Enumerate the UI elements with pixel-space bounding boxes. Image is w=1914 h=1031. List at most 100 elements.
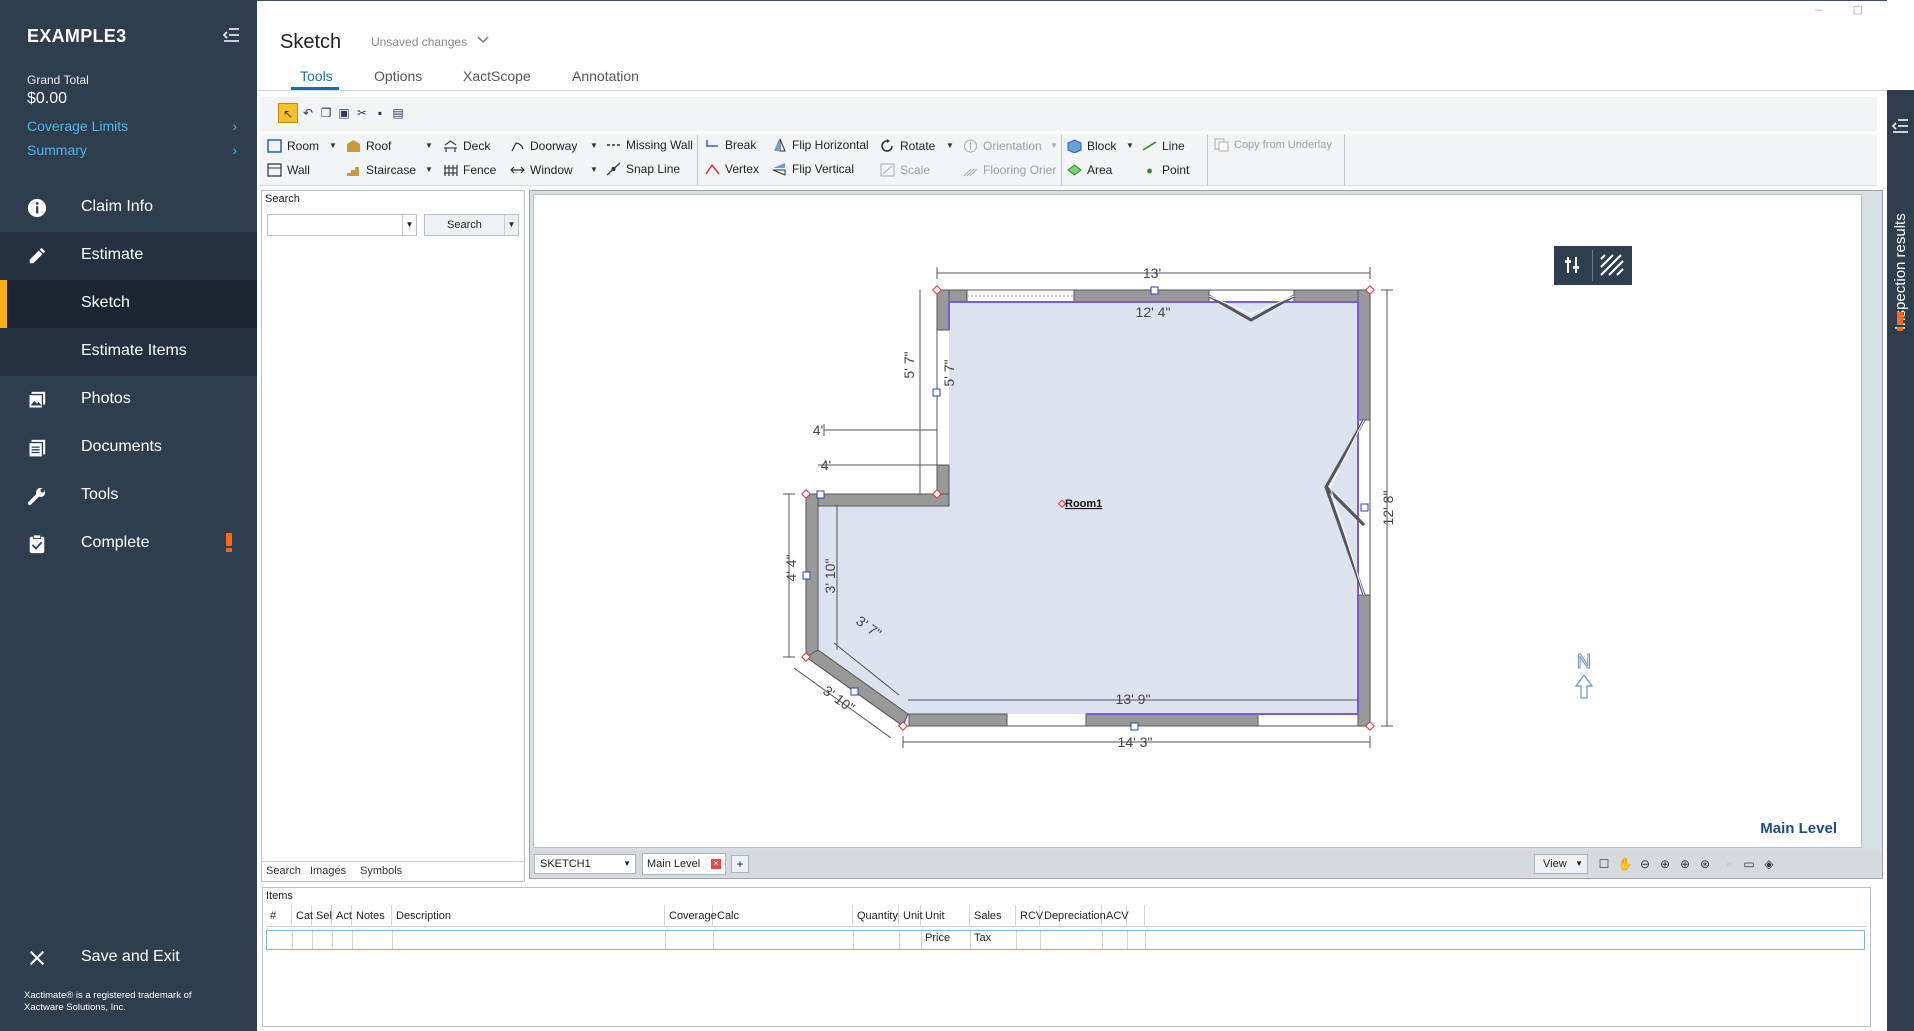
search-input[interactable]: ▼ xyxy=(267,214,417,236)
table-cell[interactable] xyxy=(922,931,971,949)
tab-annotation[interactable]: Annotation xyxy=(572,68,639,84)
copy-icon[interactable]: ❐ xyxy=(316,103,336,123)
window-tool[interactable]: Window xyxy=(510,161,573,179)
vertex-tool[interactable]: Vertex xyxy=(705,160,759,178)
expand-panel-icon[interactable] xyxy=(1892,118,1910,134)
table-cell[interactable] xyxy=(714,931,854,949)
room-tool[interactable]: Room xyxy=(267,137,319,155)
table-cell[interactable] xyxy=(1017,931,1041,949)
summary-link[interactable]: Summary › xyxy=(27,142,237,158)
lock-icon[interactable]: ▪ xyxy=(370,103,390,123)
level-tab-main[interactable]: Main Level ✕ xyxy=(642,853,726,875)
undo-icon[interactable]: ↶ xyxy=(298,103,318,123)
sketch-select[interactable]: SKETCH1 ▼ xyxy=(534,854,636,874)
col-header[interactable]: RCV xyxy=(1016,905,1043,927)
wall-tool[interactable]: Wall xyxy=(267,161,310,179)
table-cell[interactable] xyxy=(353,931,393,949)
search-options-dropdown[interactable]: ▼ xyxy=(504,215,518,235)
table-cell[interactable] xyxy=(900,931,922,949)
deck-tool[interactable]: Deck xyxy=(443,137,490,155)
roof-dropdown[interactable]: ▼ xyxy=(425,141,433,150)
flooring-orient-tool[interactable]: Flooring Orier xyxy=(963,161,1056,179)
table-cell[interactable] xyxy=(666,931,714,949)
table-cell[interactable] xyxy=(333,931,353,949)
hatch-pattern-icon[interactable] xyxy=(1600,254,1624,276)
nav-tools[interactable]: Tools xyxy=(0,472,257,520)
table-cell[interactable] xyxy=(854,931,900,949)
select-box-icon[interactable]: ☐ xyxy=(1595,855,1613,873)
staircase-dropdown[interactable]: ▼ xyxy=(425,165,433,174)
table-cell[interactable] xyxy=(267,931,293,949)
col-header[interactable]: Unit xyxy=(899,905,923,927)
col-header[interactable]: Sales Tax xyxy=(970,905,1016,944)
doorway-dropdown[interactable]: ▼ xyxy=(590,141,598,150)
col-header[interactable]: Act xyxy=(332,905,352,927)
add-level-button[interactable]: + xyxy=(731,855,749,873)
nav-claim-info[interactable]: Claim Info xyxy=(0,184,257,232)
zoom-out-icon[interactable]: ⊖ xyxy=(1636,855,1654,873)
table-cell[interactable] xyxy=(1041,931,1103,949)
nav-documents[interactable]: Documents xyxy=(0,424,257,472)
collapse-sidebar-icon[interactable] xyxy=(222,26,242,44)
table-cell[interactable] xyxy=(1103,931,1128,949)
doorway-tool[interactable]: Doorway xyxy=(510,137,577,155)
select-pointer-icon[interactable]: ↖ xyxy=(278,103,298,123)
layer-icon[interactable]: ▫ xyxy=(1720,855,1738,873)
col-header[interactable]: Description xyxy=(392,905,665,927)
col-header[interactable]: Depreciation xyxy=(1040,905,1106,927)
zoom-window-icon[interactable]: ⊛ xyxy=(1696,855,1714,873)
nav-sketch[interactable]: Sketch xyxy=(0,280,257,328)
col-header[interactable]: Sel xyxy=(312,905,332,927)
nav-estimate[interactable]: Estimate xyxy=(0,232,257,280)
table-row[interactable] xyxy=(266,930,1865,950)
tab-symbols[interactable]: Symbols xyxy=(360,865,402,877)
block-tool[interactable]: Block xyxy=(1067,137,1116,155)
table-cell[interactable] xyxy=(313,931,333,949)
inspection-results-panel[interactable]: Inspection results xyxy=(1887,90,1914,1031)
floor-plan[interactable]: Room1 13' 12' 4" 12' 8" 5' 7" 5' 7" 4' 4… xyxy=(534,195,1861,847)
zoom-in-icon[interactable]: ⊕ xyxy=(1656,855,1674,873)
rotate-tool[interactable]: Rotate xyxy=(880,137,935,155)
table-cell[interactable] xyxy=(1128,931,1146,949)
line-tool[interactable]: Line xyxy=(1142,137,1185,155)
cut-icon[interactable]: ✂ xyxy=(352,103,372,123)
missing-wall-tool[interactable]: Missing Wall xyxy=(606,136,693,154)
staircase-tool[interactable]: Staircase xyxy=(346,161,416,179)
col-header[interactable]: Notes xyxy=(352,905,392,927)
inspection-results-tab[interactable]: Inspection results xyxy=(1892,160,1912,330)
tab-images[interactable]: Images xyxy=(310,865,346,877)
tab-search[interactable]: Search xyxy=(266,865,301,877)
room-dropdown[interactable]: ▼ xyxy=(329,141,337,150)
scale-tool[interactable]: Scale xyxy=(880,161,930,179)
window-controls[interactable]: – ▢ xyxy=(1815,3,1877,16)
nav-photos[interactable]: Photos xyxy=(0,376,257,424)
col-header[interactable]: # xyxy=(266,905,292,927)
coverage-limits-link[interactable]: Coverage Limits › xyxy=(27,118,237,134)
3d-view-icon[interactable]: ◈ xyxy=(1760,855,1778,873)
point-tool[interactable]: Point xyxy=(1142,161,1189,179)
chevron-down-icon[interactable] xyxy=(476,35,490,45)
orientation-tool[interactable]: Orientation xyxy=(963,137,1042,155)
window-dropdown[interactable]: ▼ xyxy=(590,165,598,174)
save-exit-button[interactable]: Save and Exit xyxy=(0,934,257,982)
tab-xactscope[interactable]: XactScope xyxy=(463,68,531,84)
flip-vertical-tool[interactable]: Flip Vertical xyxy=(772,160,854,178)
search-button[interactable]: Search ▼ xyxy=(424,214,519,236)
sketch-canvas[interactable]: Room1 13' 12' 4" 12' 8" 5' 7" 5' 7" 4' 4… xyxy=(533,194,1862,848)
pan-hand-icon[interactable]: ✋ xyxy=(1616,855,1634,873)
break-tool[interactable]: Break xyxy=(705,136,756,154)
col-header[interactable]: Quantity xyxy=(853,905,899,927)
copy-from-underlay-tool[interactable]: Copy from Underlay xyxy=(1214,136,1332,154)
paste-icon[interactable]: ▣ xyxy=(334,103,354,123)
col-header[interactable]: Cat xyxy=(292,905,313,927)
print-icon[interactable]: ▤ xyxy=(388,103,408,123)
roof-tool[interactable]: Roof xyxy=(346,137,391,155)
nav-estimate-items[interactable]: Estimate Items xyxy=(0,328,257,376)
snap-line-tool[interactable]: Snap Line xyxy=(606,160,680,178)
block-dropdown[interactable]: ▼ xyxy=(1126,141,1134,150)
flip-horizontal-tool[interactable]: Flip Horizontal xyxy=(772,136,869,154)
col-header[interactable]: Unit Price xyxy=(921,905,970,944)
col-header[interactable]: Calc xyxy=(713,905,853,927)
close-tab-icon[interactable]: ✕ xyxy=(711,859,721,869)
table-cell[interactable] xyxy=(971,931,1017,949)
